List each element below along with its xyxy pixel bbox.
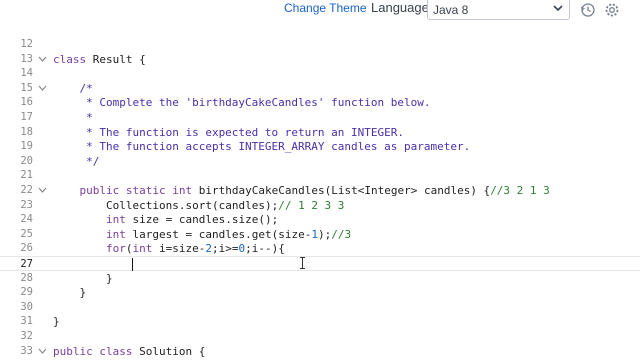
code-line[interactable]: 31}	[0, 314, 640, 329]
code-text: class Result {	[53, 52, 146, 66]
language-selected-value: Java 8	[433, 3, 469, 17]
code-line[interactable]: 13 class Result {	[0, 52, 640, 67]
line-number: 17	[20, 111, 33, 123]
line-number: 12	[20, 38, 33, 50]
history-icon[interactable]	[580, 2, 596, 18]
line-number: 20	[20, 154, 33, 167]
code-text: */	[53, 154, 100, 168]
code-text: for(int i=size-2;i>=0;i--){	[105, 242, 285, 256]
previous-line-fragment	[0, 24, 640, 30]
line-number: 19	[20, 140, 33, 153]
code-line[interactable]: 22 public static int birthdayCakeCandles…	[0, 183, 640, 198]
line-number: 22	[20, 184, 33, 196]
code-line[interactable]: 21	[0, 168, 640, 183]
text-ibeam-cursor	[300, 257, 305, 269]
code-text: public class Solution {	[53, 344, 206, 358]
code-line[interactable]: 27	[0, 256, 640, 271]
code-line[interactable]: 12	[0, 37, 640, 52]
line-number: 26	[20, 242, 33, 255]
code-line[interactable]: 18 * The function is expected to return …	[0, 125, 640, 140]
code-text: public static int birthdayCakeCandles(Li…	[79, 184, 550, 197]
language-label: Language	[371, 0, 429, 15]
code-text: }	[53, 286, 87, 300]
code-line[interactable]: 24 int size = candles.size();	[0, 212, 640, 227]
line-number: 25	[20, 227, 33, 240]
code-line[interactable]: 23 Collections.sort(candles);// 1 2 3 3	[0, 198, 640, 213]
code-line[interactable]: 30	[0, 300, 640, 315]
line-number: 30	[20, 300, 33, 313]
code-text: Collections.sort(candles);// 1 2 3 3	[105, 198, 345, 212]
code-text: }	[53, 315, 60, 329]
line-number: 16	[20, 96, 33, 109]
fold-chevron-icon[interactable]	[38, 186, 47, 194]
fold-chevron-icon[interactable]	[38, 55, 47, 63]
line-number: 27	[20, 258, 33, 270]
change-theme-link[interactable]: Change Theme	[284, 1, 367, 15]
line-number: 29	[20, 286, 33, 299]
line-number: 32	[20, 330, 33, 342]
code-line[interactable]: 26 for(int i=size-2;i>=0;i--){	[0, 241, 640, 256]
code-editor[interactable]: 12 13 class Result {14 15 /* 16 * Complete t…	[0, 24, 640, 360]
fold-chevron-icon[interactable]	[38, 84, 47, 92]
code-text: /*	[53, 81, 93, 95]
code-line[interactable]: 15 /*	[0, 81, 640, 96]
code-line[interactable]: 33 public class Solution {	[0, 344, 640, 359]
code-line[interactable]: 32	[0, 329, 640, 344]
code-line[interactable]: 16 * Complete the 'birthdayCakeCandles' …	[0, 95, 640, 110]
chevron-down-icon	[553, 5, 563, 12]
line-number: 15	[20, 81, 33, 94]
code-line[interactable]: 29 }	[0, 285, 640, 300]
code-text: }	[53, 271, 113, 285]
text-caret	[132, 258, 133, 271]
line-number: 13	[20, 52, 33, 65]
line-number: 18	[20, 125, 33, 138]
line-number: 14	[20, 67, 33, 80]
line-number: 33	[20, 344, 33, 357]
line-number: 28	[20, 271, 33, 284]
code-line[interactable]: 19 * The function accepts INTEGER_ARRAY …	[0, 139, 640, 154]
code-text: * Complete the 'birthdayCakeCandles' fun…	[53, 96, 431, 110]
code-text: int size = candles.size();	[105, 213, 279, 227]
code-text: int largest = candles.get(size-1);//3	[105, 227, 352, 241]
code-text: * The function accepts INTEGER_ARRAY can…	[53, 140, 471, 154]
fold-chevron-icon[interactable]	[38, 347, 47, 355]
line-number: 21	[20, 169, 33, 182]
code-line[interactable]: 14	[0, 66, 640, 81]
line-number: 24	[20, 213, 33, 226]
code-line[interactable]: 20 */	[0, 154, 640, 169]
code-text: * The function is expected to return an …	[53, 125, 404, 139]
code-text: *	[53, 111, 93, 124]
language-select[interactable]: Java 8	[427, 0, 570, 20]
settings-icon[interactable]	[604, 2, 620, 18]
code-line[interactable]: 25 int largest = candles.get(size-1);//3	[0, 227, 640, 242]
editor-toolbar: Change Theme Language Java 8	[0, 0, 640, 24]
line-number: 31	[20, 315, 33, 328]
code-line[interactable]: 28 }	[0, 271, 640, 286]
code-line[interactable]: 17 *	[0, 110, 640, 125]
line-number: 23	[20, 198, 33, 211]
